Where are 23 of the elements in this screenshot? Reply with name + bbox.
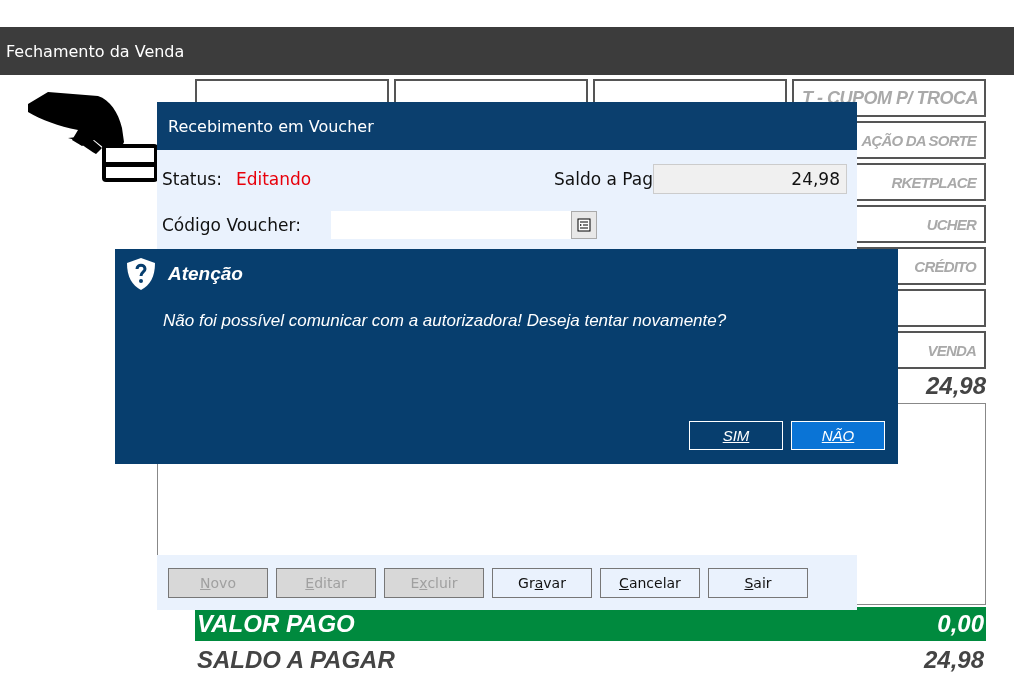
status-label: Status:: [162, 169, 222, 189]
hand-holding-card-icon: [28, 90, 158, 182]
total-amount: 24,98: [925, 372, 986, 400]
paid-label: VALOR PAGO: [197, 610, 355, 638]
list-icon[interactable]: [570, 211, 597, 239]
alert-message: Não foi possível comunicar com a autorizadora! Deseja tentar novamente?: [163, 311, 728, 331]
balance-value: 24,98: [923, 646, 984, 674]
balance-label: SALDO A PAGAR: [197, 646, 395, 674]
voucher-code-field[interactable]: [330, 211, 597, 239]
dialog-button[interactable]: Sair: [708, 567, 808, 598]
alert-button[interactable]: NÃO: [791, 421, 885, 450]
shield-question-icon: [126, 257, 156, 291]
status-value: Editando: [235, 169, 312, 189]
paid-value: 0,00: [937, 610, 984, 638]
window-title: Fechamento da Venda: [6, 41, 185, 61]
balance-field-label: Saldo a Pag: [553, 169, 653, 189]
alert-title: Atenção: [168, 263, 243, 285]
dialog-button[interactable]: Cancelar: [600, 567, 700, 598]
balance-field[interactable]: 24,98: [653, 164, 847, 194]
dialog-title: Recebimento em Voucher: [168, 116, 374, 136]
alert-button[interactable]: SIM: [689, 421, 783, 450]
dialog-button[interactable]: Gravar: [492, 567, 592, 598]
voucher-code-label: Código Voucher:: [162, 215, 301, 235]
